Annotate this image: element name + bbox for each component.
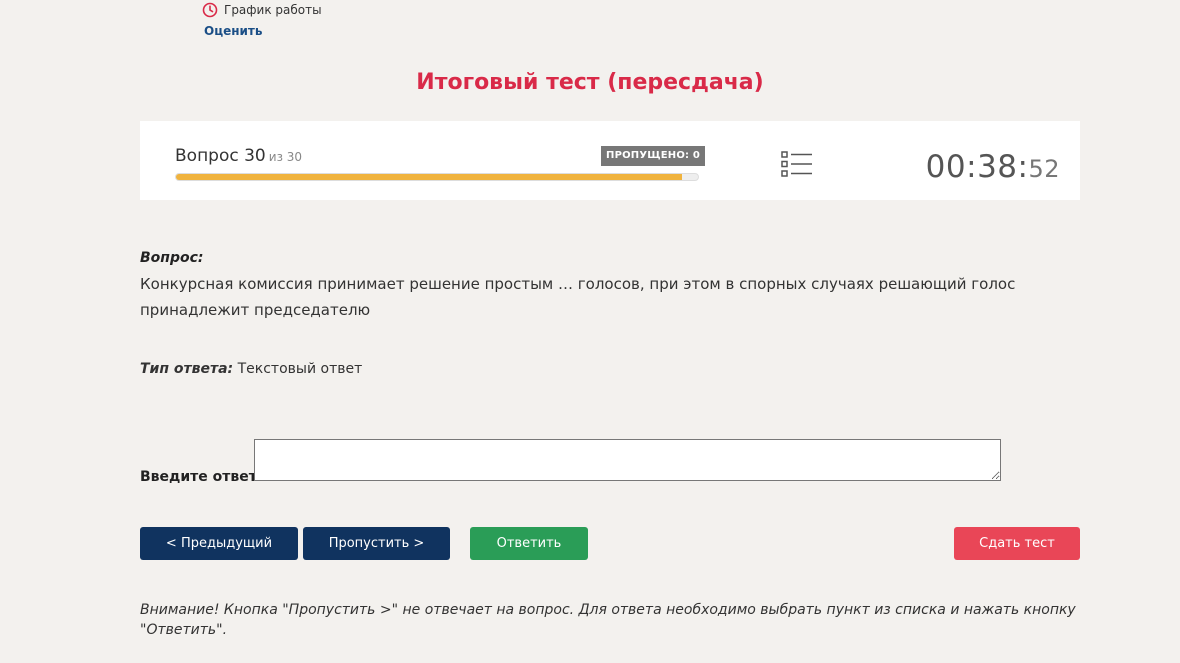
clock-icon <box>202 2 218 18</box>
warning-note: Внимание! Кнопка "Пропустить >" не отвеч… <box>140 602 1076 638</box>
question-label: Вопрос: <box>140 250 204 266</box>
schedule-link[interactable]: График работы <box>202 0 322 20</box>
status-panel: Вопрос 30 из 30 ПРОПУЩЕНО: 0 00:38:52 <box>140 121 1080 200</box>
page-title: Итоговый тест (пересдача) <box>416 70 764 95</box>
top-links: График работы <box>202 0 322 20</box>
progress-bar <box>175 173 699 181</box>
answer-type-label: Тип ответа: <box>140 361 234 377</box>
submit-test-button[interactable]: Сдать тест <box>954 527 1080 560</box>
timer-seconds: 52 <box>1028 155 1060 183</box>
previous-button[interactable]: < Предыдущий <box>140 527 298 560</box>
answer-input[interactable] <box>254 439 1001 481</box>
question-total: из 30 <box>268 150 303 164</box>
skip-button[interactable]: Пропустить > <box>303 527 450 560</box>
progress-fill <box>176 174 683 180</box>
question-counter: Вопрос 30 из 30 <box>175 146 302 166</box>
question-text: Конкурсная комиссия принимает решение пр… <box>140 275 1016 319</box>
timer-main: 00:38: <box>925 149 1029 185</box>
answer-type-value: Текстовый ответ <box>237 361 363 377</box>
rate-link[interactable]: Оценить <box>204 24 262 38</box>
timer: 00:38:52 <box>926 149 1060 185</box>
schedule-label: График работы <box>224 3 322 17</box>
question-number: Вопрос 30 <box>175 146 266 166</box>
question-list-icon[interactable] <box>780 149 814 179</box>
answer-label: Введите ответ: <box>140 469 263 485</box>
skipped-badge: ПРОПУЩЕНО: 0 <box>601 146 706 166</box>
answer-type: Тип ответа: Текстовый ответ <box>140 361 362 377</box>
answer-button[interactable]: Ответить <box>470 527 588 560</box>
